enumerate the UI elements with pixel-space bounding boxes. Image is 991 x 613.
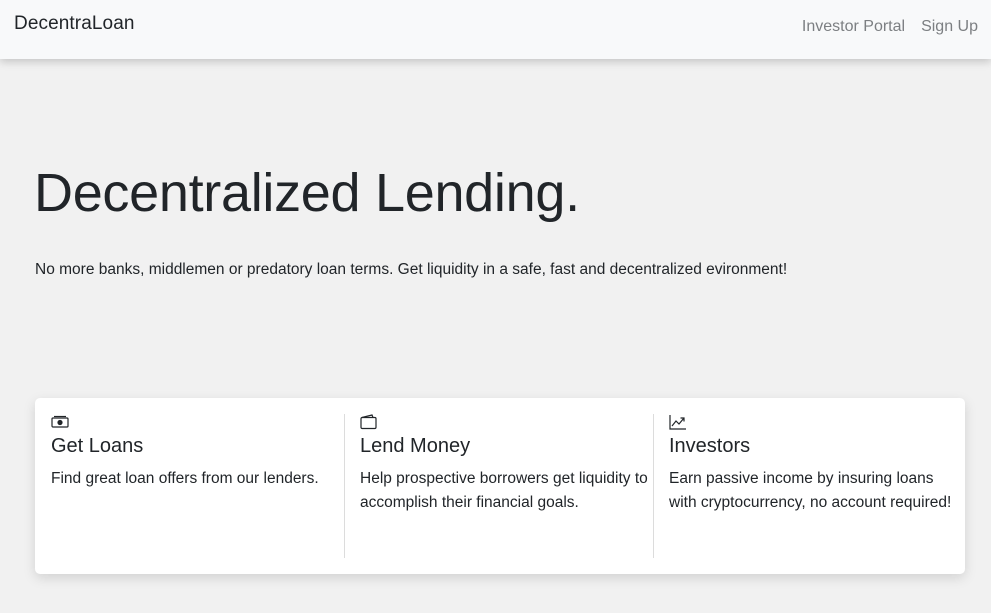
feature-investors: Investors Earn passive income by insurin… [653, 414, 965, 558]
feature-get-loans: Get Loans Find great loan offers from ou… [51, 414, 345, 558]
feature-text: Find great loan offers from our lenders. [51, 470, 319, 487]
brand-logo[interactable]: DecentraLoan [14, 13, 135, 35]
feature-lend-money: Lend Money Help prospective borrowers ge… [344, 414, 654, 558]
graph-up-icon [669, 414, 965, 430]
navbar: DecentraLoan Investor Portal Sign Up [0, 0, 991, 59]
wallet-icon [360, 414, 654, 430]
feature-text: Earn passive income by insuring loans wi… [669, 470, 952, 511]
features-card: Get Loans Find great loan offers from ou… [35, 398, 965, 574]
feature-text: Help prospective borrowers get liquidity… [360, 470, 648, 511]
nav-links: Investor Portal Sign Up [802, 18, 978, 36]
feature-title: Get Loans [51, 435, 144, 457]
nav-link-sign-up[interactable]: Sign Up [921, 18, 978, 36]
feature-title: Lend Money [360, 435, 471, 457]
hero-subtitle: No more banks, middlemen or predatory lo… [35, 261, 788, 278]
cash-icon [51, 414, 345, 430]
hero-title: Decentralized Lending. [34, 163, 580, 223]
nav-link-investor-portal[interactable]: Investor Portal [802, 18, 905, 36]
feature-title: Investors [669, 435, 751, 457]
